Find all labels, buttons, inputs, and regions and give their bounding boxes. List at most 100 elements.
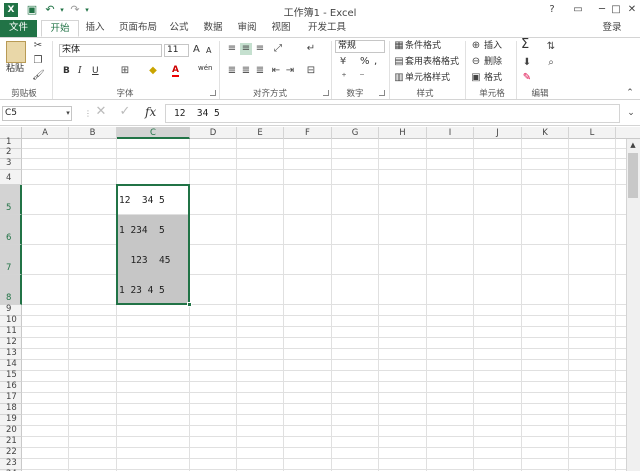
row-header[interactable]: 3: [0, 158, 22, 170]
align-left-icon[interactable]: ≣: [226, 65, 238, 77]
font-name-box[interactable]: 宋体: [59, 44, 162, 57]
tab-review[interactable]: 审阅: [232, 20, 262, 37]
expand-formula-bar-icon[interactable]: ⌄: [625, 107, 637, 119]
cell-C7[interactable]: 123 45: [119, 255, 170, 266]
clear-icon[interactable]: ✎: [521, 72, 533, 84]
orientation-icon[interactable]: ⤢: [272, 43, 284, 55]
column-header[interactable]: J: [474, 127, 522, 139]
borders-icon[interactable]: ⊞: [119, 65, 131, 77]
row-header[interactable]: 4: [0, 170, 22, 185]
cell-C5[interactable]: 12 34 5: [119, 195, 165, 206]
grow-font-button[interactable]: A: [193, 44, 200, 56]
fill-color-icon[interactable]: ◆: [147, 65, 159, 77]
font-color-button[interactable]: A: [172, 65, 179, 77]
merge-center-icon[interactable]: ⊟: [305, 65, 317, 77]
bold-button[interactable]: B: [63, 65, 70, 77]
scroll-thumb[interactable]: [628, 153, 638, 198]
align-center-icon[interactable]: ≣: [240, 65, 252, 77]
cell-styles-button[interactable]: 单元格样式: [405, 72, 450, 84]
tab-developer[interactable]: 开发工具: [303, 20, 351, 37]
font-size-box[interactable]: 11: [164, 44, 189, 57]
autosum-button[interactable]: Σ: [521, 38, 529, 51]
row-header-selected[interactable]: 8: [0, 275, 22, 305]
cell-C6[interactable]: 1 234 5: [119, 225, 165, 236]
column-header[interactable]: B: [69, 127, 117, 139]
row-header-selected[interactable]: 6: [0, 215, 22, 245]
help-button[interactable]: ?: [540, 1, 564, 19]
worksheet-grid[interactable]: A B C D E F G H I J K L 1 2 3 4 5 6 7 8 …: [0, 127, 640, 471]
copy-icon[interactable]: ❐: [32, 55, 44, 67]
format-cells-button[interactable]: 格式: [484, 72, 502, 84]
alignment-dialog-launcher[interactable]: [323, 90, 329, 96]
delete-cells-icon[interactable]: ⊖: [470, 56, 482, 68]
login-link[interactable]: 登录: [598, 20, 626, 37]
paste-icon[interactable]: [6, 41, 26, 63]
row-header-selected[interactable]: 5: [0, 185, 22, 215]
tab-data[interactable]: 数据: [198, 20, 228, 37]
find-select-icon[interactable]: ⌕: [545, 57, 557, 69]
align-right-icon[interactable]: ≣: [254, 65, 266, 77]
number-dialog-launcher[interactable]: [379, 90, 385, 96]
wrap-text-icon[interactable]: ↵: [305, 43, 317, 55]
column-header[interactable]: D: [190, 127, 237, 139]
comma-style-button[interactable]: ,: [374, 56, 377, 68]
fill-handle[interactable]: [187, 302, 192, 307]
column-header[interactable]: A: [22, 127, 69, 139]
enter-icon[interactable]: ✓: [119, 105, 131, 118]
tab-page-layout[interactable]: 页面布局: [114, 20, 162, 37]
tab-view[interactable]: 视图: [266, 20, 296, 37]
cell-C8[interactable]: 1 23 4 5: [119, 285, 165, 296]
formula-input-box[interactable]: [165, 104, 620, 123]
font-dialog-launcher[interactable]: [210, 90, 216, 96]
ribbon-display-button[interactable]: ▭: [566, 1, 590, 19]
conditional-formatting-button[interactable]: 条件格式: [405, 40, 441, 52]
phonetic-button[interactable]: wén: [198, 62, 212, 74]
format-as-table-icon[interactable]: ▤: [393, 56, 405, 68]
insert-cells-button[interactable]: 插入: [484, 40, 502, 52]
insert-function-button[interactable]: fx: [145, 106, 156, 118]
cell-styles-icon[interactable]: ▥: [393, 72, 405, 84]
shrink-font-button[interactable]: A: [206, 45, 211, 57]
column-header[interactable]: I: [427, 127, 474, 139]
tab-home[interactable]: 开始: [41, 20, 79, 37]
tab-file[interactable]: 文件: [0, 20, 37, 37]
paste-button-label[interactable]: 粘贴: [6, 63, 24, 75]
align-top-icon[interactable]: ≡: [226, 43, 238, 55]
delete-cells-button[interactable]: 删除: [484, 56, 502, 68]
name-box-dropdown-icon[interactable]: ▾: [62, 107, 74, 119]
cut-icon[interactable]: ✂: [32, 40, 44, 52]
cancel-icon[interactable]: ✕: [95, 105, 107, 118]
scroll-up-icon[interactable]: ▲: [627, 139, 639, 151]
column-header[interactable]: F: [284, 127, 332, 139]
column-header[interactable]: H: [379, 127, 427, 139]
formula-input[interactable]: 12 34 5: [174, 108, 220, 119]
accounting-format-icon[interactable]: ¥: [337, 56, 349, 68]
tab-insert[interactable]: 插入: [80, 20, 110, 37]
percent-style-button[interactable]: %: [360, 56, 370, 68]
align-bottom-icon[interactable]: ≡: [254, 43, 266, 55]
conditional-formatting-icon[interactable]: ▦: [393, 40, 405, 52]
italic-button[interactable]: I: [78, 65, 82, 77]
column-header[interactable]: E: [237, 127, 284, 139]
increase-indent-icon[interactable]: ⇥: [284, 65, 296, 77]
close-button[interactable]: ✕: [620, 1, 640, 19]
collapse-ribbon-icon[interactable]: ⌃: [624, 87, 636, 99]
underline-button[interactable]: U: [92, 65, 99, 77]
row-header-selected[interactable]: 7: [0, 245, 22, 275]
insert-cells-icon[interactable]: ⊕: [470, 40, 482, 52]
column-header[interactable]: G: [332, 127, 379, 139]
fill-icon[interactable]: ⬇: [521, 57, 533, 69]
number-format-box[interactable]: 常规: [335, 40, 385, 53]
column-header-selected[interactable]: C: [117, 127, 190, 139]
decrease-decimal-icon[interactable]: ⁻: [356, 72, 368, 84]
column-header[interactable]: L: [569, 127, 616, 139]
column-header[interactable]: K: [522, 127, 569, 139]
sort-filter-icon[interactable]: ⇅: [545, 41, 557, 53]
align-middle-icon[interactable]: ≡: [240, 43, 252, 55]
tab-formulas[interactable]: 公式: [164, 20, 194, 37]
increase-decimal-icon[interactable]: ⁺: [338, 72, 350, 84]
format-cells-icon[interactable]: ▣: [470, 72, 482, 84]
format-painter-icon[interactable]: 🖌: [32, 70, 45, 82]
decrease-indent-icon[interactable]: ⇤: [270, 65, 282, 77]
format-as-table-button[interactable]: 套用表格格式: [405, 56, 459, 68]
